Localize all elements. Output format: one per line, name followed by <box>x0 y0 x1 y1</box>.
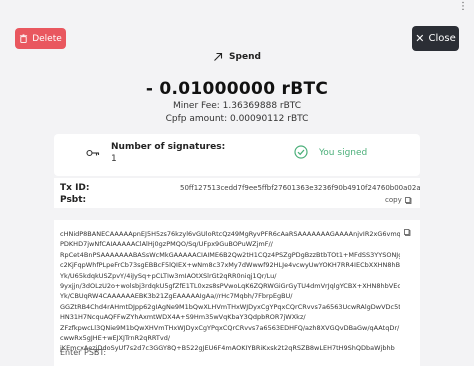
signatures-card: Number of signatures: 1 You signed <box>54 134 420 176</box>
check-circle-icon <box>294 145 308 159</box>
copy-label: copy <box>385 196 402 204</box>
psbt-line: GGZtRB4Chd4rAHmtDJpp62gIAgNe9M1bQwXLHVmT… <box>60 302 400 311</box>
enter-psbt-label: Enter PSBT: <box>60 348 107 357</box>
signed-status: You signed <box>319 148 368 158</box>
miner-fee: Miner Fee: 1.36369888 rBTC <box>172 101 302 111</box>
txid-value: 50ff127513cedd7f9ee5ffbf27601363e3236f90… <box>180 184 420 192</box>
psbt-line: c2KjFqpWhfPLpeFrCb73sgEBBcF5lQIEX+wNm8c3… <box>60 261 400 270</box>
spend-label: Spend <box>229 52 261 62</box>
txid-label: Tx ID: <box>60 183 90 193</box>
copy-psbt-button[interactable]: copy <box>385 196 412 204</box>
psbt-line: ZFzfkpwcLl3QNie9M1bQwXHVmTHxWJDyxCgYPqxC… <box>60 323 400 332</box>
psbt-line: 9yxjjn/3dOLzU2o+wolsbj3rdqkU5gfZfE1TL0xz… <box>60 282 400 291</box>
delete-button[interactable]: Delete <box>15 28 66 49</box>
psbt-line: cHNidP8BANECAAAAApnEJ5H5zs76kzyl6vGUloRt… <box>60 230 400 238</box>
copy-icon <box>404 196 412 204</box>
psbt-line: cwwRx5gJHE+wEJXJTrnR2qRRTvd/ <box>60 334 171 343</box>
psbt-line: PDKHD7jwNfCAIAAAAAClAlHj0gzPMQO/Sq/UFpx9… <box>60 240 273 249</box>
delete-button-label: Delete <box>32 33 62 44</box>
psbt-text[interactable]: cHNidP8BANECAAAAApnEJ5H5zs76kzyl6vGUloRt… <box>60 229 400 354</box>
psbt-line: RpCet4BnPSAAAAAAABASsWcMkGAAAAACIAIME6B2… <box>60 250 400 259</box>
copy-icon[interactable] <box>404 229 411 236</box>
signatures-count: 1 <box>111 154 117 164</box>
close-button[interactable]: ✕ Close <box>412 26 459 51</box>
psbt-line: Yk/CBUqRW4CAAAAAAEBK3b21ZgEAAAAAIgAa//rH… <box>60 292 293 301</box>
cpfp-amount: Cpfp amount: 0.00090112 rBTC <box>165 114 309 124</box>
close-button-label: Close <box>428 33 456 44</box>
psbt-line: jKEmcxAezjDdoSyUf7s2d7c3GGY8Q+B522gJEU6F… <box>60 344 395 353</box>
trash-icon <box>20 34 28 43</box>
arrow-up-right-icon <box>214 52 223 61</box>
close-icon: ✕ <box>415 32 425 45</box>
window-top-bar: ⋮ <box>0 0 474 18</box>
more-vertical-icon[interactable]: ⋮ <box>458 1 468 12</box>
spend-title: Spend <box>0 52 474 62</box>
key-icon <box>86 149 100 157</box>
psbt-line: HN31H7NcquAQFFwZYhAxmtWDX4A+S9Hm35wVqKba… <box>60 313 306 322</box>
spend-header: Spend <box>0 52 474 62</box>
spend-amount: - 0.01000000 rBTC <box>145 79 329 99</box>
signatures-title: Number of signatures: <box>111 142 226 152</box>
psbt-line: Yk/U65kdqkUSZpvY/4iJySq+pCLTIw3mIAOtXSlr… <box>60 271 277 280</box>
psbt-card: cHNidP8BANECAAAAApnEJ5H5zs76kzyl6vGUloRt… <box>54 220 420 366</box>
psbt-label: Psbt: <box>60 195 87 205</box>
transaction-info: Tx ID: 50ff127513cedd7f9ee5ffbf27601363e… <box>54 178 420 208</box>
